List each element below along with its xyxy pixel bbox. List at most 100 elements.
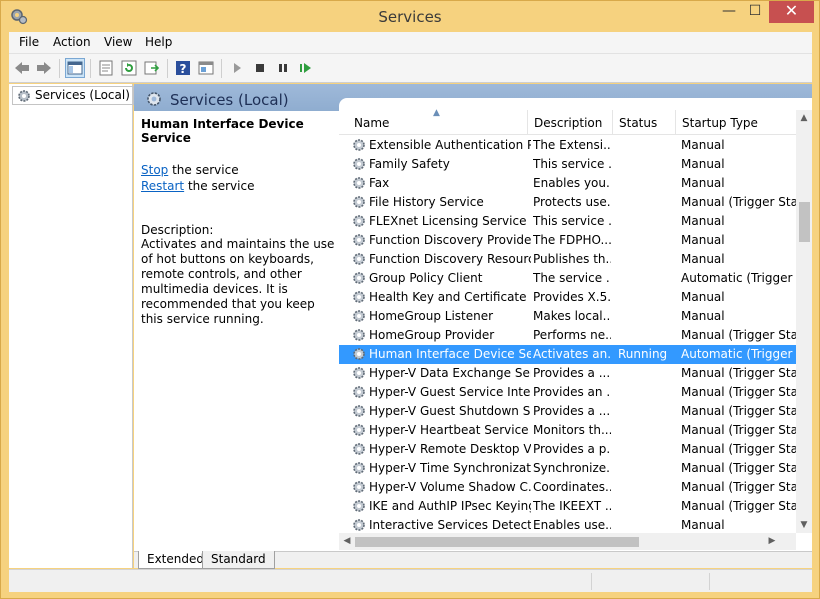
service-name-cell: Function Discovery Provide... <box>369 233 531 247</box>
pause-icon[interactable] <box>273 58 293 78</box>
table-row[interactable]: HomeGroup Listener Makes local... Manual <box>339 307 796 326</box>
menu-help[interactable]: Help <box>145 35 172 49</box>
menu-view[interactable]: View <box>104 35 132 49</box>
tab-standard[interactable]: Standard <box>202 551 275 569</box>
table-row[interactable]: Hyper-V Heartbeat Service Monitors th... M… <box>339 421 796 440</box>
service-startup-cell: Manual (Trigger Start) <box>681 404 796 418</box>
vertical-scrollbar[interactable]: ▲ ▼ <box>796 110 812 533</box>
table-row[interactable]: Hyper-V Data Exchange Ser... Provides a .… <box>339 364 796 383</box>
properties-icon[interactable] <box>96 58 116 78</box>
status-separator <box>709 573 710 590</box>
view-icon[interactable] <box>196 58 216 78</box>
restart-icon[interactable] <box>296 58 316 78</box>
column-name[interactable]: Name <box>354 116 389 130</box>
column-divider[interactable] <box>612 110 613 135</box>
service-name-cell: Function Discovery Resourc... <box>369 252 531 266</box>
service-rows: Extensible Authentication P... The Extens… <box>339 136 796 533</box>
scroll-down-icon[interactable]: ▼ <box>796 520 812 530</box>
column-status[interactable]: Status <box>619 116 657 130</box>
close-button[interactable]: ✕ <box>769 1 814 23</box>
table-row[interactable]: HomeGroup Provider Performs ne... Manual (… <box>339 326 796 345</box>
horizontal-scroll-thumb[interactable] <box>355 537 639 547</box>
service-description-cell: Provides a ... <box>533 404 611 418</box>
table-row[interactable]: Function Discovery Provide... The FDPHO..… <box>339 231 796 250</box>
service-name-cell: Hyper-V Data Exchange Ser... <box>369 366 531 380</box>
table-row[interactable]: Hyper-V Guest Service Inter... Provides a… <box>339 383 796 402</box>
minimize-button[interactable]: — <box>716 1 742 23</box>
service-name-cell: Interactive Services Detection <box>369 518 531 532</box>
menu-action[interactable]: Action <box>53 35 91 49</box>
column-divider[interactable] <box>675 110 676 135</box>
tree-item-services-local[interactable]: Services (Local) <box>12 86 134 105</box>
menu-file[interactable]: File <box>19 35 39 49</box>
stop-service-link[interactable]: Stop <box>141 163 168 177</box>
restart-suffix: the service <box>184 179 255 193</box>
services-list: ▲ Name Description Status Startup Type E… <box>339 98 812 550</box>
svg-text:?: ? <box>180 62 187 76</box>
service-startup-cell: Automatic (Trigger Start) <box>681 347 796 361</box>
table-row[interactable]: Hyper-V Volume Shadow C... Coordinates...… <box>339 478 796 497</box>
details-pane: Services (Local) Human Interface Device … <box>134 84 812 569</box>
column-description[interactable]: Description <box>534 116 602 130</box>
help-icon[interactable]: ? <box>173 58 193 78</box>
export-list-icon[interactable] <box>142 58 162 78</box>
service-startup-cell: Manual <box>681 176 725 190</box>
forward-arrow-icon[interactable] <box>34 58 54 78</box>
gear-icon <box>353 462 365 474</box>
scroll-left-icon[interactable]: ◀ <box>339 536 355 546</box>
table-row[interactable]: Group Policy Client The service ... Automa… <box>339 269 796 288</box>
gear-icon <box>353 234 365 246</box>
service-startup-cell: Manual <box>681 518 725 532</box>
maximize-button[interactable]: ☐ <box>742 1 768 23</box>
service-description-cell: The FDPHO... <box>533 233 611 247</box>
service-startup-cell: Manual <box>681 290 725 304</box>
column-divider[interactable] <box>527 110 528 135</box>
gear-icon <box>353 215 365 227</box>
table-row[interactable]: Hyper-V Guest Shutdown S... Provides a ..… <box>339 402 796 421</box>
service-name-cell: FLEXnet Licensing Service <box>369 214 527 228</box>
table-row[interactable]: Hyper-V Remote Desktop Vi... Provides a p… <box>339 440 796 459</box>
service-description-cell: This service ... <box>533 214 611 228</box>
table-row[interactable]: Family Safety This service ... Manual <box>339 155 796 174</box>
column-startup-type[interactable]: Startup Type <box>682 116 758 130</box>
vertical-scroll-thumb[interactable] <box>799 202 810 242</box>
view-tabs: Extended Standard <box>134 551 812 569</box>
table-row[interactable]: Human Interface Device Ser... Activates a… <box>339 345 796 364</box>
service-description-cell: Provides a p... <box>533 442 611 456</box>
table-row[interactable]: Health Key and Certificate ... Provides X… <box>339 288 796 307</box>
table-row[interactable]: Fax Enables you... Manual <box>339 174 796 193</box>
table-row[interactable]: File History Service Protects use... Manua… <box>339 193 796 212</box>
gear-icon <box>353 139 365 151</box>
gear-icon <box>353 481 365 493</box>
scroll-up-icon[interactable]: ▲ <box>796 113 812 123</box>
gear-icon <box>353 272 365 284</box>
table-row[interactable]: IKE and AuthIP IPsec Keying... The IKEEXT… <box>339 497 796 516</box>
toolbar: ? <box>9 54 812 83</box>
scroll-right-icon[interactable]: ▶ <box>764 536 780 546</box>
service-name-cell: IKE and AuthIP IPsec Keying... <box>369 499 531 513</box>
refresh-icon[interactable] <box>119 58 139 78</box>
gear-icon <box>353 158 365 170</box>
service-name-cell: Hyper-V Volume Shadow C... <box>369 480 531 494</box>
restart-action: Restart the service <box>141 179 339 193</box>
service-description-cell: Publishes th... <box>533 252 611 266</box>
table-row[interactable]: Interactive Services DetectionEnables us… <box>339 516 796 533</box>
tree-item-label: Services (Local) <box>35 88 130 102</box>
stop-icon[interactable] <box>250 58 270 78</box>
console-tree-icon[interactable] <box>65 58 85 78</box>
play-icon[interactable] <box>227 58 247 78</box>
table-row[interactable]: Extensible Authentication P... The Extens… <box>339 136 796 155</box>
service-startup-cell: Manual (Trigger Start) <box>681 480 796 494</box>
back-arrow-icon[interactable] <box>12 58 32 78</box>
service-startup-cell: Manual (Trigger Start) <box>681 366 796 380</box>
horizontal-scrollbar[interactable]: ◀ ▶ <box>339 533 796 550</box>
table-row[interactable]: FLEXnet Licensing Service This service ..… <box>339 212 796 231</box>
table-row[interactable]: Hyper-V Time Synchronizat... Synchronize.… <box>339 459 796 478</box>
title-bar[interactable]: Services — ☐ ✕ <box>1 1 819 32</box>
gear-icon <box>353 196 365 208</box>
table-row[interactable]: Function Discovery Resourc... Publishes t… <box>339 250 796 269</box>
gear-icon <box>353 291 365 303</box>
gear-icon <box>353 253 365 265</box>
gear-icon <box>353 443 365 455</box>
restart-service-link[interactable]: Restart <box>141 179 184 193</box>
